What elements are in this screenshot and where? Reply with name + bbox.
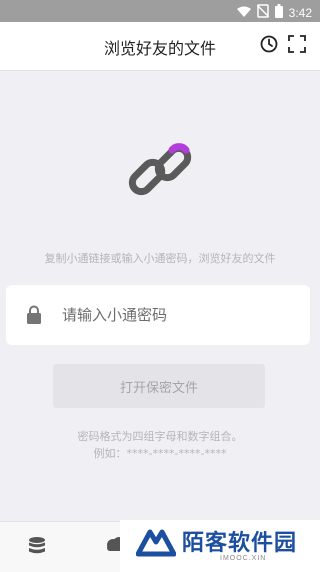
watermark-overlay: 陌客软件园 IMOOC.XIN [120, 520, 320, 572]
watermark-url: IMOOC.XIN [220, 555, 267, 562]
no-sim-icon [256, 3, 270, 22]
scan-button[interactable] [286, 35, 308, 57]
format-note-line: 密码格式为四组字母和数字组合。 [77, 430, 243, 443]
watermark-logo-icon [135, 528, 177, 562]
password-input-card [6, 285, 310, 345]
watermark-name: 陌客软件园 [182, 530, 298, 556]
password-format-note: 密码格式为四组字母和数字组合。 例如：****-****-****-**** [0, 428, 320, 462]
password-input[interactable] [62, 301, 298, 329]
database-icon [28, 537, 46, 560]
history-button[interactable] [258, 35, 280, 57]
header-bar: 浏览好友的文件 [0, 22, 320, 71]
status-icons: 3:42 [236, 3, 312, 22]
link-chain-icon [126, 140, 194, 208]
status-bar: 3:42 [0, 0, 320, 22]
link-hint-text: 复制小通链接或输入小通密码，浏览好友的文件 [44, 252, 276, 265]
wifi-icon [236, 3, 251, 22]
battery-icon [274, 3, 283, 22]
scan-frame-icon [288, 35, 306, 57]
nav-files-tab[interactable] [28, 536, 46, 560]
open-secret-file-button[interactable]: 打开保密文件 [53, 364, 265, 408]
format-example-line: 例如：****-****-****-**** [93, 447, 227, 460]
status-time: 3:42 [288, 5, 312, 20]
clock-icon [260, 35, 278, 57]
lock-icon [26, 305, 42, 329]
